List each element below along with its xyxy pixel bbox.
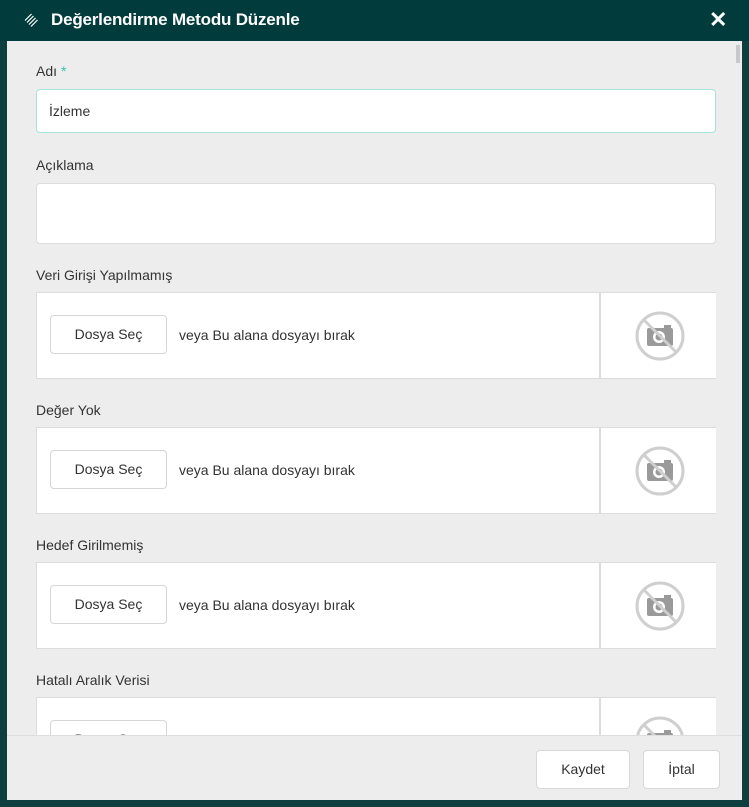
dialog-body: Adı * İzleme Açıklama Veri Girişi Yapılma… [7, 41, 742, 735]
description-input[interactable] [36, 183, 716, 244]
name-label: Adı * [36, 63, 66, 79]
scrollbar[interactable] [735, 41, 742, 735]
image-preview [599, 293, 716, 378]
image-preview [599, 428, 716, 513]
drop-hint: veya Bu alana dosyayı bırak [179, 597, 355, 613]
drop-hint: veya Bu alana dosyayı bırak [179, 462, 355, 478]
file-drop-zone[interactable]: Dosya Seç veya Bu alana dosyayı bırak [36, 697, 716, 735]
cancel-button[interactable]: İptal [643, 750, 720, 789]
choose-file-button[interactable]: Dosya Seç [50, 720, 167, 735]
dialog-header: Değerlendirme Metodu Düzenle ✕ [0, 0, 749, 41]
upload-label: Değer Yok [36, 402, 101, 418]
description-label: Açıklama [36, 157, 94, 173]
dialog-title: Değerlendirme Metodu Düzenle [51, 10, 300, 29]
choose-file-button[interactable]: Dosya Seç [50, 585, 167, 624]
file-drop-zone[interactable]: Dosya Seç veya Bu alana dosyayı bırak [36, 427, 716, 514]
scrollbar-thumb[interactable] [736, 45, 740, 63]
save-button[interactable]: Kaydet [536, 750, 630, 789]
drop-hint: veya Bu alana dosyayı bırak [179, 327, 355, 343]
file-drop-zone[interactable]: Dosya Seç veya Bu alana dosyayı bırak [36, 292, 716, 379]
choose-file-button[interactable]: Dosya Seç [50, 450, 167, 489]
file-drop-zone[interactable]: Dosya Seç veya Bu alana dosyayı bırak [36, 562, 716, 649]
logo-icon [24, 13, 38, 27]
upload-label: Veri Girişi Yapılmamış [36, 267, 173, 283]
upload-label: Hedef Girilmemiş [36, 537, 144, 553]
upload-label: Hatalı Aralık Verisi [36, 672, 150, 688]
name-label-text: Adı [36, 63, 58, 79]
name-input[interactable]: İzleme [36, 89, 716, 133]
image-preview [599, 698, 716, 735]
close-icon[interactable]: ✕ [709, 8, 727, 32]
required-mark: * [61, 63, 67, 79]
dialog-footer: Kaydet İptal [7, 735, 742, 800]
image-preview [599, 563, 716, 648]
choose-file-button[interactable]: Dosya Seç [50, 315, 167, 354]
